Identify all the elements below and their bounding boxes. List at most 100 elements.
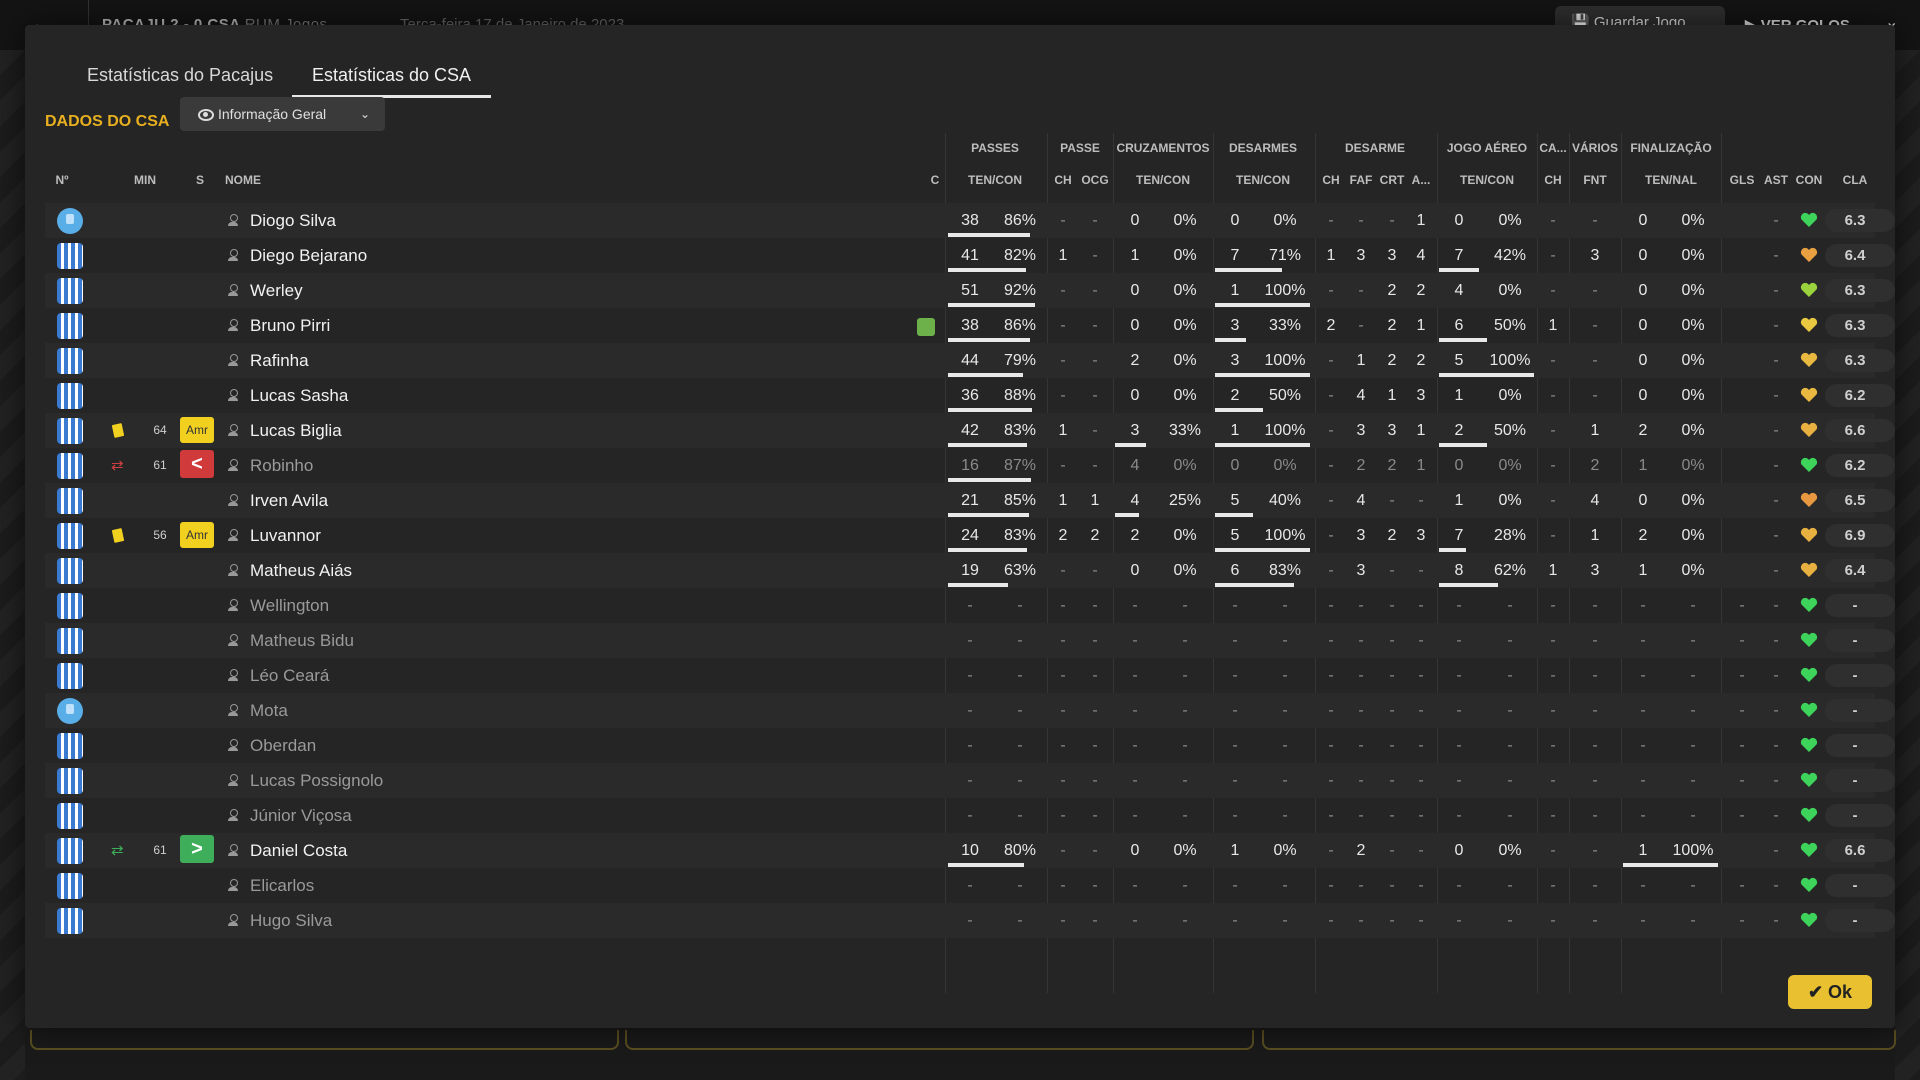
col-min[interactable]: MIN: [125, 173, 165, 193]
stat-cell: 0: [1454, 457, 1464, 474]
col-num[interactable]: Nº: [47, 173, 77, 193]
col-desarme-ch[interactable]: CH: [1317, 173, 1345, 193]
col-cla[interactable]: CLA: [1837, 173, 1873, 193]
stat-cell: 2: [1058, 527, 1068, 544]
table-row[interactable]: ⇄ 61 < Robinho 16 87% - -4 0% 0 0% -2 2 1 0 0% -2 1 0% -6.2: [45, 448, 1895, 483]
table-row[interactable]: Elicarlos - - - - - - - - - - - - - - - - - - - - -: [45, 868, 1895, 903]
table-row[interactable]: 56 Amr Luvannor 24 83% 2 2 2 0% 5 100% -3 2 3 7 28% -1 2 0…: [45, 518, 1895, 553]
col-crt[interactable]: CRT: [1377, 173, 1407, 193]
stat-cell: -: [1550, 247, 1556, 264]
table-row[interactable]: ⇄ 61 > Daniel Costa 10 80% - -0 0% 1 0% -2- -0 0% - -1 1…: [45, 833, 1895, 868]
player-name[interactable]: Lucas Possignolo: [250, 763, 383, 798]
col-cruz-ten-con[interactable]: TEN/CON: [1113, 173, 1213, 193]
col-nome[interactable]: NOME: [225, 173, 285, 193]
ratio-bar: [948, 373, 1023, 377]
col-ast[interactable]: AST: [1761, 173, 1791, 193]
col-con[interactable]: CON: [1791, 173, 1827, 193]
table-row[interactable]: Lucas Sasha 36 88% - -0 0% 2 50% -4 1 3 1 0% - -0 0% -6.…: [45, 378, 1895, 413]
stat-cell: 0%: [1681, 527, 1705, 544]
table-row[interactable]: Oberdan - - - - - - - - - - - - - - - - - - - - -: [45, 728, 1895, 763]
player-name[interactable]: Luvannor: [250, 518, 321, 553]
player-name[interactable]: Léo Ceará: [250, 658, 329, 693]
tab-pacajus-stats[interactable]: Estatísticas do Pacajus: [67, 55, 293, 95]
player-name[interactable]: Matheus Aiás: [250, 553, 352, 588]
col-fin-ten-nal[interactable]: TEN/NAL: [1621, 173, 1721, 193]
player-name[interactable]: Robinho: [250, 448, 313, 483]
table-row[interactable]: Rafinha 44 79% - -2 0% 3 100% -1 2 2 5 100% - -0 0% -6.3: [45, 343, 1895, 378]
yellow-card-badge: Amr: [180, 522, 214, 548]
stat-cell: -: [1773, 667, 1779, 684]
player-name[interactable]: Bruno Pirri: [250, 308, 330, 343]
player-name[interactable]: Mota: [250, 693, 288, 728]
group-varios: VÁRIOS: [1571, 141, 1618, 155]
col-faf[interactable]: FAF: [1345, 173, 1377, 193]
stat-cell: 0%: [1173, 527, 1197, 544]
stat-cell: -: [1550, 667, 1556, 684]
stat-cell: -: [1092, 387, 1098, 404]
table-row[interactable]: Júnior Viçosa - - - - - - - - - - - - - - - - - - - - -: [45, 798, 1895, 833]
stat-cell: 1: [1387, 387, 1397, 404]
col-aereo-ten-con[interactable]: TEN/CON: [1437, 173, 1537, 193]
substituted-out-badge: <: [180, 450, 214, 478]
player-name[interactable]: Elicarlos: [250, 868, 314, 903]
col-des-ten-con[interactable]: TEN/CON: [1213, 173, 1313, 193]
player-name[interactable]: Diego Bejarano: [250, 238, 367, 273]
stat-cell: -: [1389, 562, 1395, 579]
player-name[interactable]: Lucas Sasha: [250, 378, 348, 413]
table-row[interactable]: Diogo Silva 38 86% - -0 0% 0 0% - - -1 0 0% - -0 0% -6.3: [45, 203, 1895, 238]
player-rating: -: [1852, 667, 1858, 684]
stat-cell: -: [1092, 422, 1098, 439]
player-name[interactable]: Irven Avila: [250, 483, 328, 518]
col-passe-ocg[interactable]: OCG: [1077, 173, 1113, 193]
stat-cell: -: [1690, 772, 1696, 789]
table-row[interactable]: Bruno Pirri 38 86% - -0 0% 3 33% 2-2 1 6 50% 1-0 0% -6…: [45, 308, 1895, 343]
stat-cell: -: [1690, 667, 1696, 684]
table-row[interactable]: Lucas Possignolo - - - - - - - - - - - - - - - - - - - - -: [45, 763, 1895, 798]
view-dropdown[interactable]: Informação Geral ⌄: [180, 97, 385, 131]
player-name[interactable]: Lucas Biglia: [250, 413, 342, 448]
group-passes: PASSES: [971, 141, 1019, 155]
stat-cell: -: [1456, 632, 1462, 649]
stat-cell: -: [1060, 877, 1066, 894]
condition-heart-icon: [1800, 807, 1818, 823]
player-name[interactable]: Daniel Costa: [250, 833, 347, 868]
player-name[interactable]: Matheus Bidu: [250, 623, 354, 658]
table-row[interactable]: Léo Ceará - - - - - - - - - - - - - - - - - - - - -: [45, 658, 1895, 693]
stats-modal: Estatísticas do Pacajus Estatísticas do …: [25, 25, 1895, 1028]
stat-cell: -: [1739, 702, 1745, 719]
player-name[interactable]: Wellington: [250, 588, 329, 623]
col-passe-ch[interactable]: CH: [1049, 173, 1077, 193]
table-row[interactable]: Werley 51 92% - -0 0% 1 100% - -2 2 4 0% - -0 0% -6.3: [45, 273, 1895, 308]
col-ca-ch[interactable]: CH: [1537, 173, 1569, 193]
table-row[interactable]: Wellington - - - - - - - - - - - - - - - - - - - - -: [45, 588, 1895, 623]
col-a[interactable]: A...: [1407, 173, 1435, 193]
tab-csa-stats[interactable]: Estatísticas do CSA: [292, 55, 492, 98]
stat-cell: -: [1550, 807, 1556, 824]
player-name[interactable]: Rafinha: [250, 343, 309, 378]
table-row[interactable]: Irven Avila 21 85% 1 1 4 25% 5 40% -4- -1 0% -4 0 0% -6…: [45, 483, 1895, 518]
table-row[interactable]: Diego Bejarano 41 82% 1-1 0% 7 71% 1 3 3 4 7 42% -3 0 0…: [45, 238, 1895, 273]
table-row[interactable]: Matheus Aiás 19 63% - -0 0% 6 83% -3- -8 62% 1 3 1 0% -…: [45, 553, 1895, 588]
col-gls[interactable]: GLS: [1725, 173, 1759, 193]
table-row[interactable]: Matheus Bidu - - - - - - - - - - - - - - - - - - - - -: [45, 623, 1895, 658]
col-fnt[interactable]: FNT: [1569, 173, 1621, 193]
col-s[interactable]: S: [190, 173, 210, 193]
stat-cell: 0%: [1681, 457, 1705, 474]
table-row[interactable]: 64 Amr Lucas Biglia 42 83% 1-3 33% 1 100% -3 3 1 2 50…: [45, 413, 1895, 448]
stat-cell: 0: [1130, 212, 1140, 229]
player-name[interactable]: Júnior Viçosa: [250, 798, 352, 833]
person-icon: [228, 389, 238, 401]
player-name[interactable]: Oberdan: [250, 728, 316, 763]
col-c[interactable]: C: [925, 173, 945, 193]
player-name[interactable]: Diogo Silva: [250, 203, 336, 238]
player-name[interactable]: Hugo Silva: [250, 903, 332, 938]
stat-cell: 0%: [1498, 387, 1522, 404]
table-row[interactable]: Mota - - - - - - - - - - - - - - - - - - - - -: [45, 693, 1895, 728]
stat-cell: -: [1060, 737, 1066, 754]
table-row[interactable]: Hugo Silva - - - - - - - - - - - - - - - - - - - - -: [45, 903, 1895, 938]
condition-heart-icon: [1800, 352, 1818, 368]
ok-button[interactable]: ✔ Ok: [1788, 975, 1872, 1009]
player-name[interactable]: Werley: [250, 273, 303, 308]
col-passes-ten-con[interactable]: TEN/CON: [945, 173, 1045, 193]
stat-cell: -: [1328, 632, 1334, 649]
